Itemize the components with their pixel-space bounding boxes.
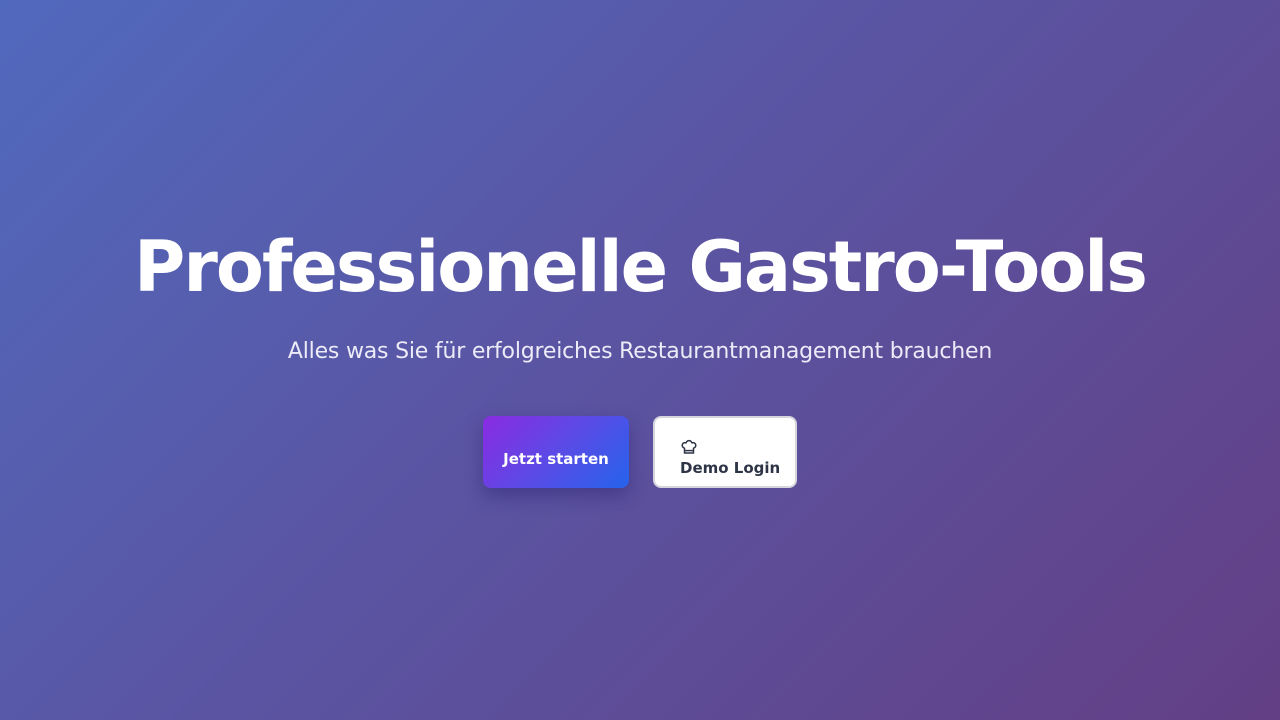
hero-subtitle: Alles was Sie für erfolgreiches Restaura… <box>287 339 993 364</box>
start-button-label: Jetzt starten <box>503 450 609 468</box>
chef-hat-icon <box>680 438 698 456</box>
start-button[interactable]: Jetzt starten <box>483 416 629 488</box>
hero-section: Professionelle Gastro-Tools Alles was Si… <box>0 0 1280 720</box>
demo-login-label: Demo Login <box>680 459 781 477</box>
demo-login-button[interactable]: Demo Login <box>653 416 797 488</box>
hero-title: Professionelle Gastro-Tools <box>134 226 1148 308</box>
